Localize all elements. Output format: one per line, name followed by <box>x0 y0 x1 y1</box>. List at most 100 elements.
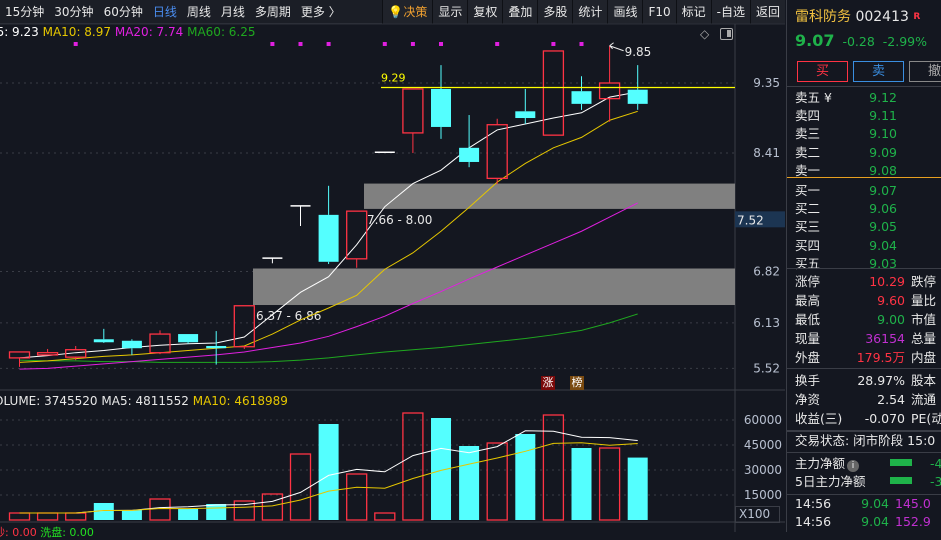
volume-bar[interactable] <box>486 442 508 521</box>
volume-bar[interactable] <box>598 447 621 521</box>
orderbook-row[interactable]: 卖五 ¥ 9.12 <box>795 89 897 107</box>
candle[interactable] <box>431 65 451 139</box>
volume-bar[interactable] <box>318 424 339 520</box>
limit-up-badge[interactable]: 涨 <box>541 376 555 390</box>
kline-chart[interactable]: 9.35 8.41 6.82 6.13 5.52 60000 45000 30000 15000… <box>0 0 785 532</box>
indicator-b: 洗盘: 0.00 <box>40 526 94 539</box>
volume-bar[interactable] <box>206 504 227 520</box>
candle[interactable] <box>459 115 480 168</box>
candle[interactable] <box>36 348 59 356</box>
indicator-legend: 抄: 0.00 洗盘: 0.00 <box>0 524 94 540</box>
quote-panel: 雷科防务 002413 R 9.07 -0.28 -2.99% 买 卖 撤 卖五… <box>786 0 941 532</box>
level-price: 9.06 <box>869 201 897 217</box>
volume-bar[interactable] <box>374 512 396 521</box>
stat-label: 换手 <box>795 373 821 388</box>
candle[interactable] <box>121 339 142 355</box>
volume-bar[interactable] <box>402 412 424 521</box>
stat-row: 最低 9.00 市值 <box>795 311 936 329</box>
candle-body <box>627 89 648 104</box>
zone-label: 6.37 - 6.86 <box>256 309 321 323</box>
level-label: 买四 <box>795 237 821 253</box>
volume-bar[interactable] <box>515 434 536 520</box>
candle[interactable] <box>8 351 31 367</box>
orderbook-row[interactable]: 买四 9.04 <box>795 237 897 255</box>
orderbook-row[interactable]: 买一 9.07 <box>795 182 897 200</box>
stat-value: 2.54 <box>877 392 905 407</box>
orderbook-row[interactable]: 买五 9.03 <box>795 255 897 273</box>
panel-toggle-icon[interactable] <box>720 28 733 40</box>
tick-price: 9.04 <box>861 514 889 529</box>
candle[interactable] <box>290 205 311 227</box>
level-label: 买二 <box>795 201 821 217</box>
cancel-order-button[interactable]: 撤 <box>909 61 941 82</box>
stat-label: 涨停 <box>795 274 821 289</box>
trade-status: 交易状态: 闭市阶段 15:0 <box>795 433 936 448</box>
stat-row: 最高 9.60 量比 <box>795 292 936 310</box>
volume-bar[interactable] <box>149 498 171 521</box>
orderbook-row[interactable]: 买三 9.05 <box>795 218 897 236</box>
price-tick-label: 5.52 <box>753 361 780 375</box>
candle[interactable] <box>318 185 339 265</box>
current-price-label: 7.52 <box>737 213 764 227</box>
volume-bar[interactable] <box>346 473 368 521</box>
candle[interactable] <box>149 330 171 355</box>
vol-ma5-value: MA5: 4811552 <box>101 394 189 408</box>
stat-value: 10.29 <box>869 274 905 289</box>
stat-row: 换手 28.97% 股本 <box>795 372 936 390</box>
candle[interactable] <box>346 210 368 268</box>
candle[interactable] <box>262 257 283 264</box>
candle[interactable] <box>93 328 114 344</box>
candle[interactable] <box>402 88 424 154</box>
candle[interactable] <box>571 76 592 110</box>
flow-bar <box>890 459 912 466</box>
volume-bar[interactable] <box>178 509 199 520</box>
volume-bar[interactable] <box>289 453 312 521</box>
stat-row: 外盘 179.5万 内盘 <box>795 349 936 367</box>
level-price: 9.12 <box>869 90 897 105</box>
price-tick-label: 6.82 <box>753 264 780 278</box>
volume-bar[interactable] <box>121 510 142 520</box>
signal-dot <box>579 42 584 46</box>
volume-bar[interactable] <box>65 512 87 521</box>
level-label: 卖二 <box>795 144 821 160</box>
candle[interactable] <box>178 334 199 344</box>
info-icon[interactable]: i <box>847 460 860 472</box>
orderbook-row[interactable]: 卖三 9.10 <box>795 125 897 143</box>
candle[interactable] <box>542 50 565 136</box>
signal-dot <box>410 42 415 46</box>
candle[interactable] <box>515 88 536 124</box>
flow-value: -3 <box>930 474 941 489</box>
price-zone[interactable] <box>253 268 735 306</box>
flow-label: 主力净额 <box>795 456 846 471</box>
level-price: 9.09 <box>869 144 897 160</box>
stat-value: 179.5万 <box>856 350 905 365</box>
buy-button[interactable]: 买 <box>797 61 848 82</box>
candle-body <box>36 352 59 356</box>
orderbook-row[interactable]: 卖二 9.09 <box>795 144 897 162</box>
volume-bar[interactable] <box>627 457 648 520</box>
sell-button[interactable]: 卖 <box>853 61 904 82</box>
ranking-badge[interactable]: 榜 <box>570 376 584 390</box>
signal-dot <box>326 42 331 46</box>
orderbook-row[interactable]: 买二 9.06 <box>795 200 897 218</box>
orderbook-row[interactable]: 卖四 9.11 <box>795 107 897 125</box>
volume-bar[interactable] <box>36 512 59 521</box>
volume-bar[interactable] <box>571 448 592 520</box>
stat-value: 9.00 <box>877 312 905 327</box>
diamond-icon[interactable]: ◇ <box>700 27 709 41</box>
signal-dot <box>298 42 303 46</box>
candle[interactable] <box>598 45 621 122</box>
price-change: -0.28 <box>842 34 875 49</box>
stat-label: 现量 <box>795 331 821 346</box>
volume-bar[interactable] <box>459 446 480 520</box>
volume-tick-label: 15000 <box>744 488 782 502</box>
price-zone[interactable] <box>364 183 735 209</box>
stat-label: 最低 <box>795 312 821 327</box>
candle-body <box>402 88 424 134</box>
volume-bar[interactable] <box>8 512 31 521</box>
candle[interactable] <box>206 331 227 365</box>
tick-row: 14:56 9.04 152.9 <box>795 513 931 531</box>
volume-bar[interactable] <box>261 493 284 521</box>
stat-row: 现量 36154 总量 <box>795 330 936 348</box>
high-arrow-icon <box>609 42 624 52</box>
